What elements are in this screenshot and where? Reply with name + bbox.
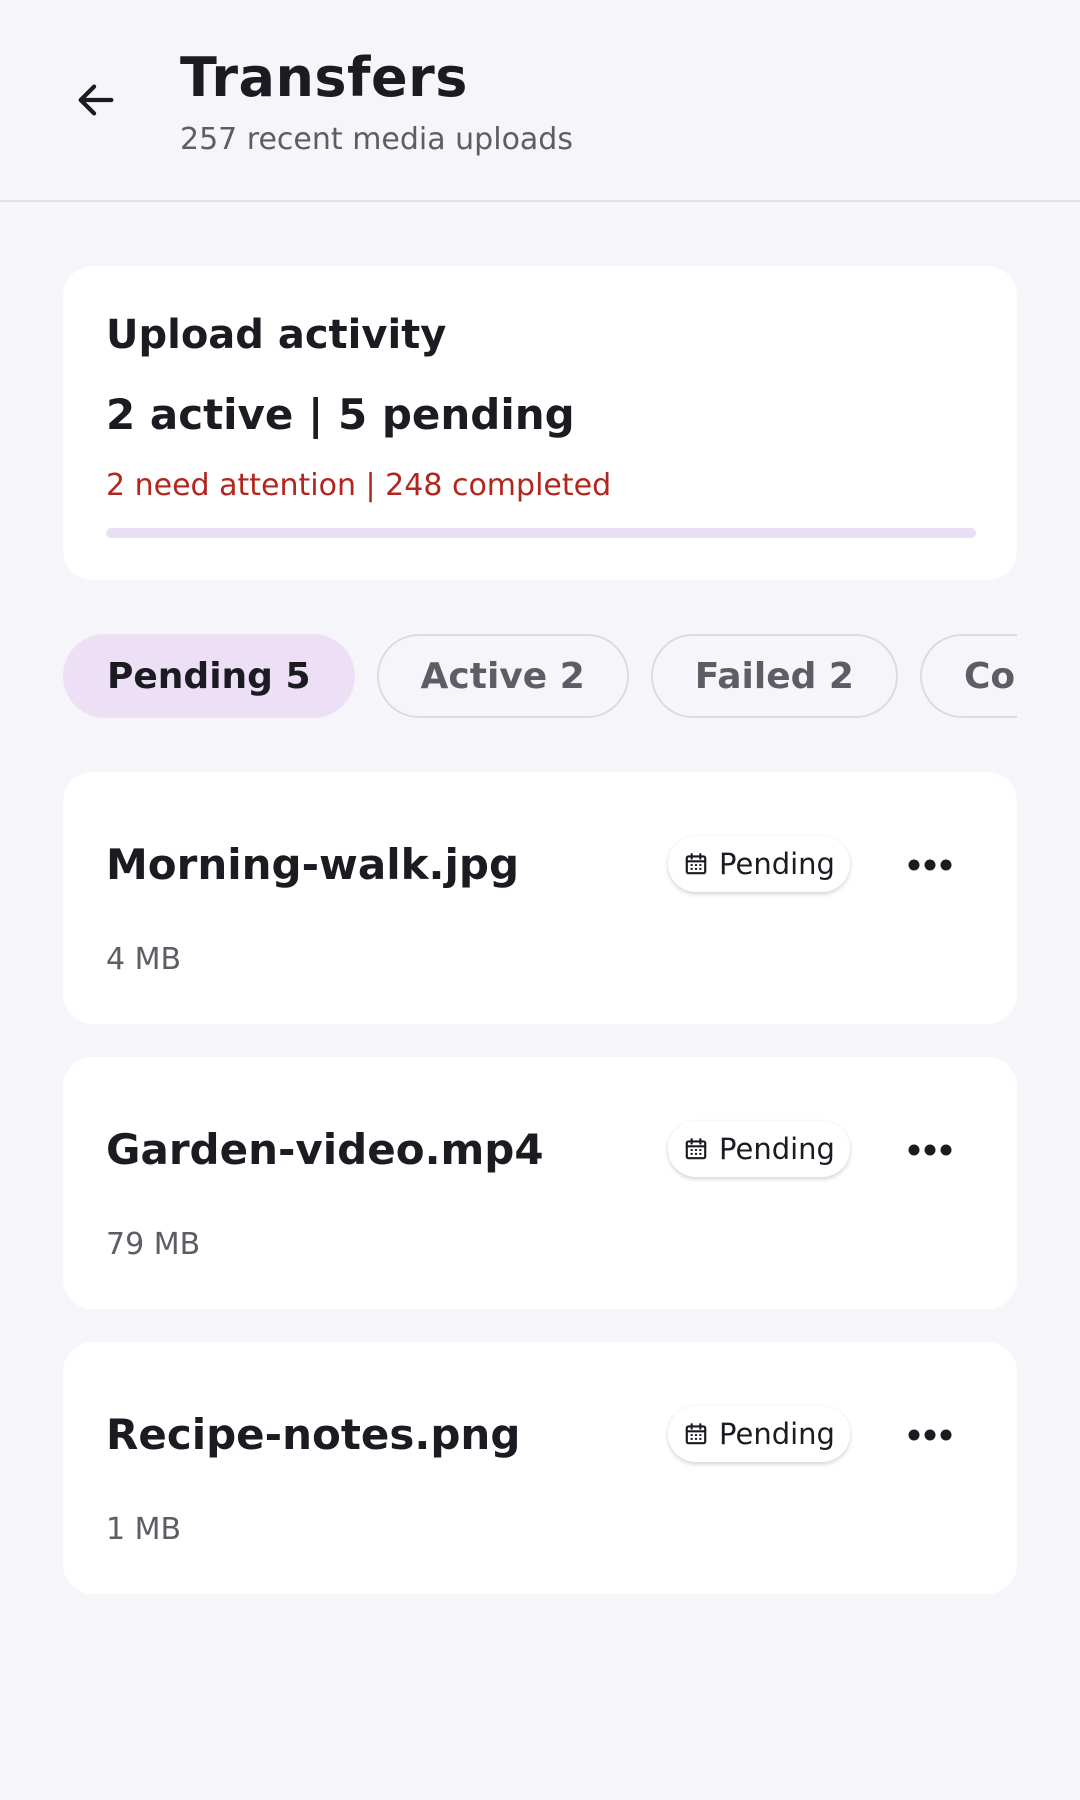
more-horizontal-icon (908, 859, 952, 871)
file-size: 4 MB (106, 942, 182, 977)
calendar-icon (685, 1138, 707, 1160)
arrow-left-icon (78, 84, 114, 116)
filter-chip-pending[interactable]: Pending 5 (63, 634, 355, 718)
file-size: 79 MB (106, 1227, 201, 1262)
calendar-icon (685, 853, 707, 875)
back-button[interactable] (60, 64, 132, 136)
more-horizontal-icon (908, 1144, 952, 1156)
more-options-button[interactable] (893, 1398, 967, 1472)
upload-activity-card: Upload activity 2 active | 5 pending 2 n… (63, 266, 1017, 580)
filter-chip-completed[interactable]: Completed 248 (919, 634, 1017, 718)
more-horizontal-icon (908, 1429, 952, 1441)
calendar-icon (685, 1423, 707, 1445)
filter-chip-active[interactable]: Active 2 (376, 634, 629, 718)
more-options-button[interactable] (893, 1113, 967, 1187)
summary-alert: 2 need attention | 248 completed (106, 468, 612, 503)
summary-counts: 2 active | 5 pending (106, 390, 575, 439)
status-badge: Pending (668, 836, 850, 892)
status-label: Pending (719, 847, 835, 881)
status-label: Pending (719, 1132, 835, 1166)
file-size: 1 MB (106, 1512, 182, 1547)
status-badge: Pending (668, 1406, 850, 1462)
filter-chips[interactable]: Pending 5 Active 2 Failed 2 Completed 24… (63, 634, 1017, 718)
app-header: Transfers 257 recent media uploads (0, 0, 1080, 202)
filter-chip-failed[interactable]: Failed 2 (650, 634, 898, 718)
file-name: Garden-video.mp4 (106, 1125, 544, 1174)
file-list-item[interactable]: Morning-walk.jpg 4 MB Pending (63, 772, 1017, 1024)
upload-progress-bar (106, 528, 976, 538)
page-subtitle: 257 recent media uploads (180, 122, 573, 157)
page-title: Transfers (180, 46, 468, 109)
status-label: Pending (719, 1417, 835, 1451)
more-options-button[interactable] (893, 828, 967, 902)
file-name: Recipe-notes.png (106, 1410, 521, 1459)
file-name: Morning-walk.jpg (106, 840, 520, 889)
summary-heading: Upload activity (106, 312, 447, 358)
status-badge: Pending (668, 1121, 850, 1177)
file-list-item[interactable]: Recipe-notes.png 1 MB Pending (63, 1342, 1017, 1594)
file-list-item[interactable]: Garden-video.mp4 79 MB Pending (63, 1057, 1017, 1309)
